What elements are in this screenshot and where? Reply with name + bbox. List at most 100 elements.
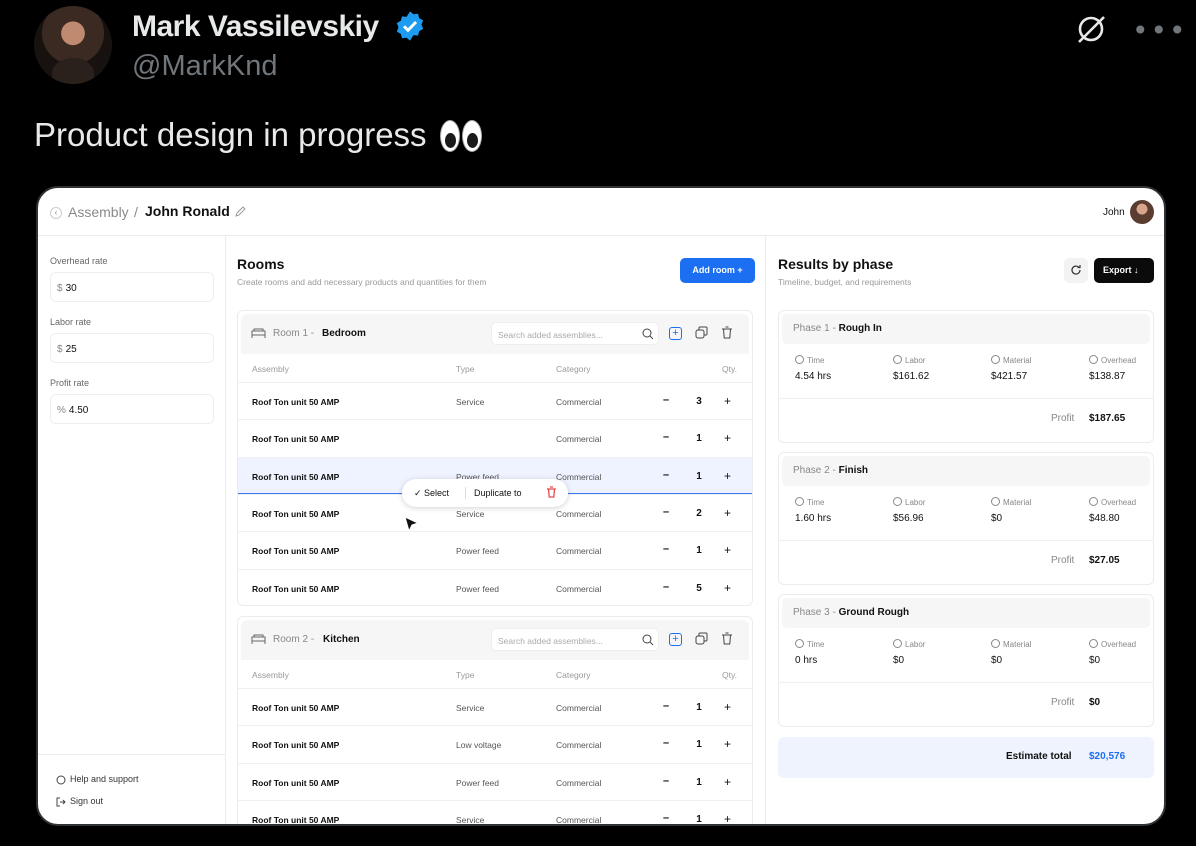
decrement-qty-button[interactable]: –	[663, 431, 669, 443]
search-icon[interactable]	[642, 634, 654, 646]
more-options-icon[interactable]: •••	[1132, 14, 1188, 47]
increment-qty-button[interactable]: +	[724, 431, 731, 445]
quantity-value[interactable]: 2	[693, 508, 705, 519]
decrement-qty-button[interactable]: –	[663, 581, 669, 593]
phase-header: Phase 1 - Rough In	[782, 314, 1150, 344]
trash-icon[interactable]	[721, 632, 733, 645]
phase-header: Phase 3 - Ground Rough	[782, 598, 1150, 628]
quantity-value[interactable]: 1	[693, 702, 705, 713]
author-name[interactable]: Mark Vassilevskiy	[132, 10, 379, 44]
quantity-value[interactable]: 1	[693, 777, 705, 788]
assembly-row[interactable]: Roof Ton unit 50 AMP Commercial – 1 +	[238, 419, 752, 456]
grok-icon[interactable]	[1074, 12, 1108, 46]
assembly-name: Roof Ton unit 50 AMP	[252, 434, 340, 445]
delete-trash-icon[interactable]	[546, 486, 557, 498]
eyes-emoji-icon	[439, 120, 484, 154]
add-room-button[interactable]: Add room +	[680, 258, 755, 283]
decrement-qty-button[interactable]: –	[663, 506, 669, 518]
column-assembly: Assembly	[252, 364, 289, 374]
assembly-search-input[interactable]: Search added assemblies...	[491, 628, 659, 651]
profit-value: $0	[1089, 697, 1101, 708]
back-chevron-icon[interactable]: ‹	[50, 207, 62, 219]
increment-qty-button[interactable]: +	[724, 394, 731, 408]
edit-pencil-icon[interactable]	[234, 205, 247, 218]
decrement-qty-button[interactable]: –	[663, 775, 669, 787]
decrement-qty-button[interactable]: –	[663, 700, 669, 712]
metric-label-labor: Labor	[893, 497, 925, 507]
assembly-name: Roof Ton unit 50 AMP	[252, 703, 340, 713]
assembly-row[interactable]: Roof Ton unit 50 AMP Power feed Commerci…	[238, 762, 752, 800]
metric-value-labor: $0	[893, 655, 905, 666]
room-name[interactable]: Kitchen	[323, 634, 360, 645]
increment-qty-button[interactable]: +	[724, 581, 731, 595]
assembly-row[interactable]: Roof Ton unit 50 AMP Low voltage Commerc…	[238, 725, 752, 762]
labor-rate-field[interactable]: $25	[50, 333, 214, 363]
quantity-value[interactable]: 1	[693, 433, 705, 444]
trash-icon[interactable]	[721, 326, 733, 339]
overhead-rate-field[interactable]: $30	[50, 272, 214, 302]
user-name[interactable]: John	[1103, 207, 1125, 218]
author-avatar[interactable]	[34, 6, 112, 84]
user-avatar[interactable]	[1130, 200, 1154, 224]
assembly-category: Commercial	[556, 397, 602, 407]
select-button[interactable]: ✓ Select	[414, 488, 449, 499]
decrement-qty-button[interactable]: –	[663, 737, 669, 749]
increment-qty-button[interactable]: +	[724, 737, 731, 751]
room-card-bedroom: Room 1 - Bedroom Search added assemblies…	[237, 310, 753, 606]
decrement-qty-button[interactable]: –	[663, 543, 669, 555]
quantity-value[interactable]: 5	[693, 583, 705, 594]
labor-rate-unit: $	[57, 344, 63, 355]
sign-out-link[interactable]: Sign out	[56, 796, 103, 807]
decrement-qty-button[interactable]: –	[663, 812, 669, 824]
tweet-media[interactable]: ‹ Assembly / John Ronald John Overhead r…	[36, 186, 1166, 826]
user-icon	[893, 355, 902, 364]
assembly-row[interactable]: Roof Ton unit 50 AMP Service Commercial …	[238, 799, 752, 824]
assembly-row[interactable]: Roof Ton unit 50 AMP Power feed Commerci…	[238, 568, 752, 606]
profit-rate-field[interactable]: % 4.50	[50, 394, 214, 424]
decrement-qty-button[interactable]: –	[663, 394, 669, 406]
user-icon	[893, 497, 902, 506]
quantity-value[interactable]: 1	[693, 471, 705, 482]
quantity-value[interactable]: 1	[693, 545, 705, 556]
estimate-total-label: Estimate total	[1006, 751, 1072, 762]
quantity-value[interactable]: 3	[693, 396, 705, 407]
metric-value-overhead: $0	[1089, 655, 1101, 666]
assembly-search-input[interactable]: Search added assemblies...	[491, 322, 659, 345]
assembly-row[interactable]: Roof Ton unit 50 AMP Service Commercial …	[238, 688, 752, 725]
room-name[interactable]: Bedroom	[322, 328, 366, 339]
overhead-icon	[1089, 355, 1098, 364]
metric-label-text: Material	[1003, 498, 1032, 507]
metric-label-material: Material	[991, 639, 1031, 649]
assembly-row[interactable]: Roof Ton unit 50 AMP Power feed Commerci…	[238, 531, 752, 568]
decrement-qty-button[interactable]: –	[663, 469, 669, 481]
add-assembly-icon[interactable]: +	[669, 633, 682, 646]
increment-qty-button[interactable]: +	[724, 775, 731, 789]
export-button[interactable]: Export ↓	[1094, 258, 1154, 283]
assembly-row[interactable]: Roof Ton unit 50 AMP Service Commercial …	[238, 382, 752, 419]
assembly-category: Commercial	[556, 434, 602, 445]
add-assembly-icon[interactable]: +	[669, 327, 682, 340]
increment-qty-button[interactable]: +	[724, 469, 731, 483]
search-icon[interactable]	[642, 328, 654, 340]
tweet-text: Product design in progress	[34, 116, 484, 154]
overhead-rate-unit: $	[57, 283, 63, 294]
increment-qty-button[interactable]: +	[724, 506, 731, 520]
author-handle[interactable]: @MarkKnd	[132, 50, 277, 83]
refresh-button[interactable]	[1064, 258, 1088, 283]
increment-qty-button[interactable]: +	[724, 700, 731, 714]
quantity-value[interactable]: 1	[693, 739, 705, 750]
metric-value-material: $421.57	[991, 371, 1028, 382]
quantity-value[interactable]: 1	[693, 814, 705, 824]
copy-icon[interactable]	[695, 632, 708, 645]
profit-value: $187.65	[1089, 413, 1126, 424]
phase-divider	[779, 540, 1153, 541]
breadcrumb-root[interactable]: Assembly	[68, 204, 129, 220]
increment-qty-button[interactable]: +	[724, 812, 731, 824]
phase-number: Phase 2 -	[793, 465, 839, 476]
metric-label-material: Material	[991, 355, 1031, 365]
help-support-link[interactable]: Help and support	[56, 774, 139, 785]
duplicate-to-button[interactable]: Duplicate to	[474, 488, 522, 498]
copy-icon[interactable]	[695, 326, 708, 339]
metric-value-material: $0	[991, 513, 1003, 524]
increment-qty-button[interactable]: +	[724, 543, 731, 557]
